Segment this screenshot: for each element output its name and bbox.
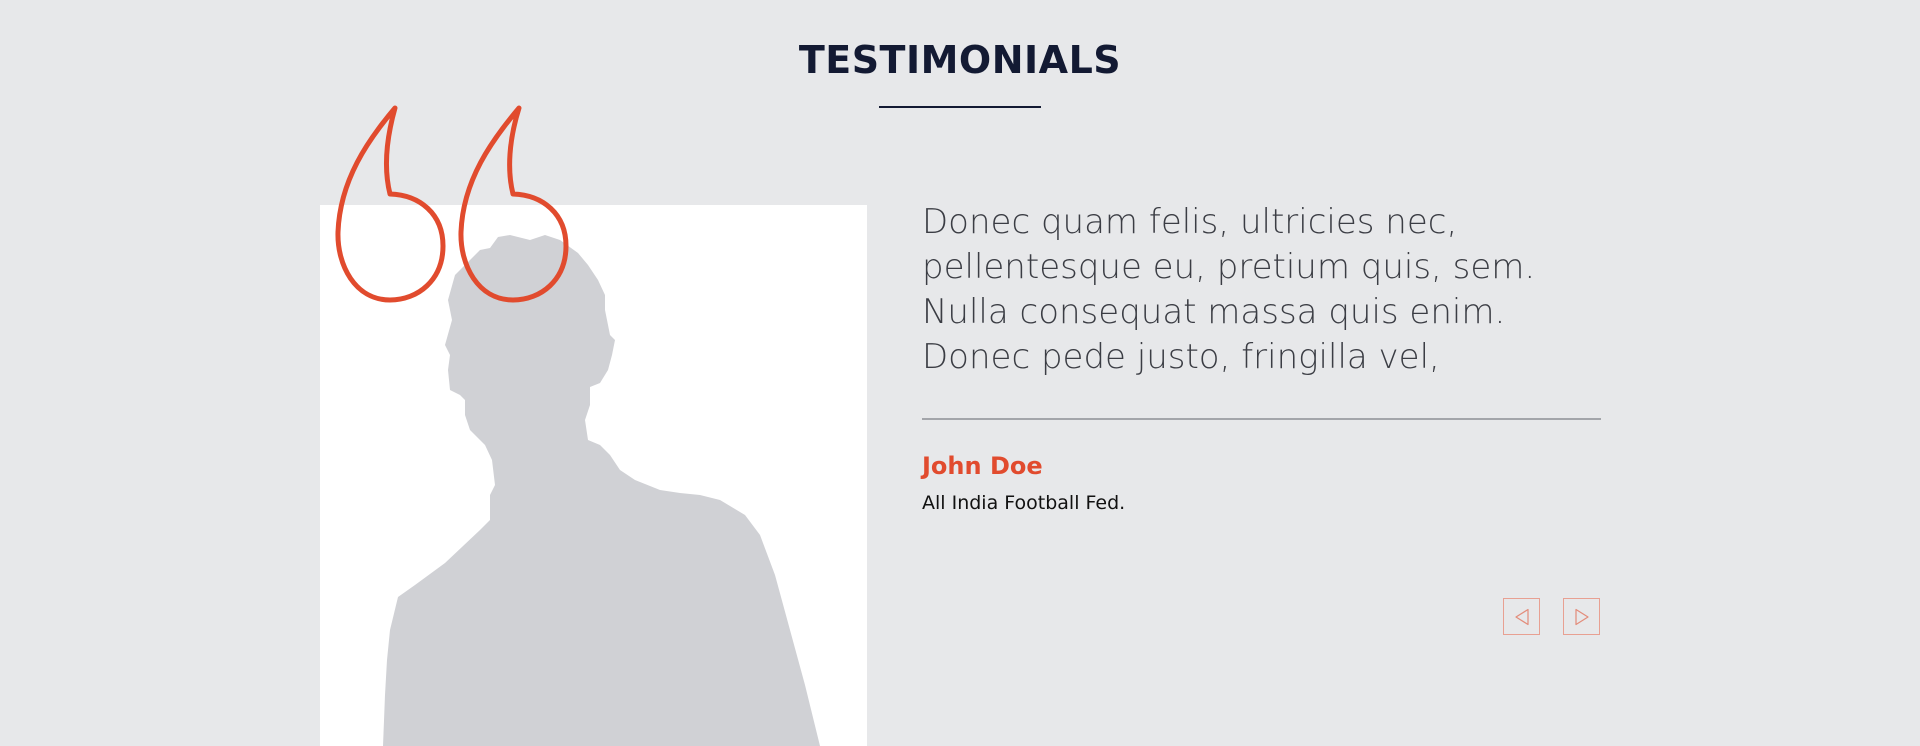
divider (922, 418, 1601, 420)
quote-line: pellentesque eu, pretium quis, sem. (922, 247, 1536, 287)
quote-line: Nulla consequat massa quis enim. (922, 292, 1506, 332)
section-title: TESTIMONIALS (798, 38, 1122, 82)
quote-line: Donec quam felis, ultricies nec, (922, 202, 1458, 242)
testimonials-section: TESTIMONIALS Donec quam felis, ultricies… (0, 0, 1920, 746)
next-button[interactable] (1563, 598, 1600, 635)
quote-line: Donec pede justo, fringilla vel, (922, 337, 1440, 377)
testimonial-quote: Donec quam felis, ultricies nec, pellent… (922, 200, 1622, 380)
author-name: John Doe (922, 452, 1043, 480)
triangle-right-icon (1574, 608, 1589, 625)
previous-button[interactable] (1503, 598, 1540, 635)
quote-icon (335, 105, 569, 303)
author-organization: All India Football Fed. (922, 492, 1126, 514)
triangle-left-icon (1514, 608, 1529, 625)
title-underline (879, 106, 1041, 108)
